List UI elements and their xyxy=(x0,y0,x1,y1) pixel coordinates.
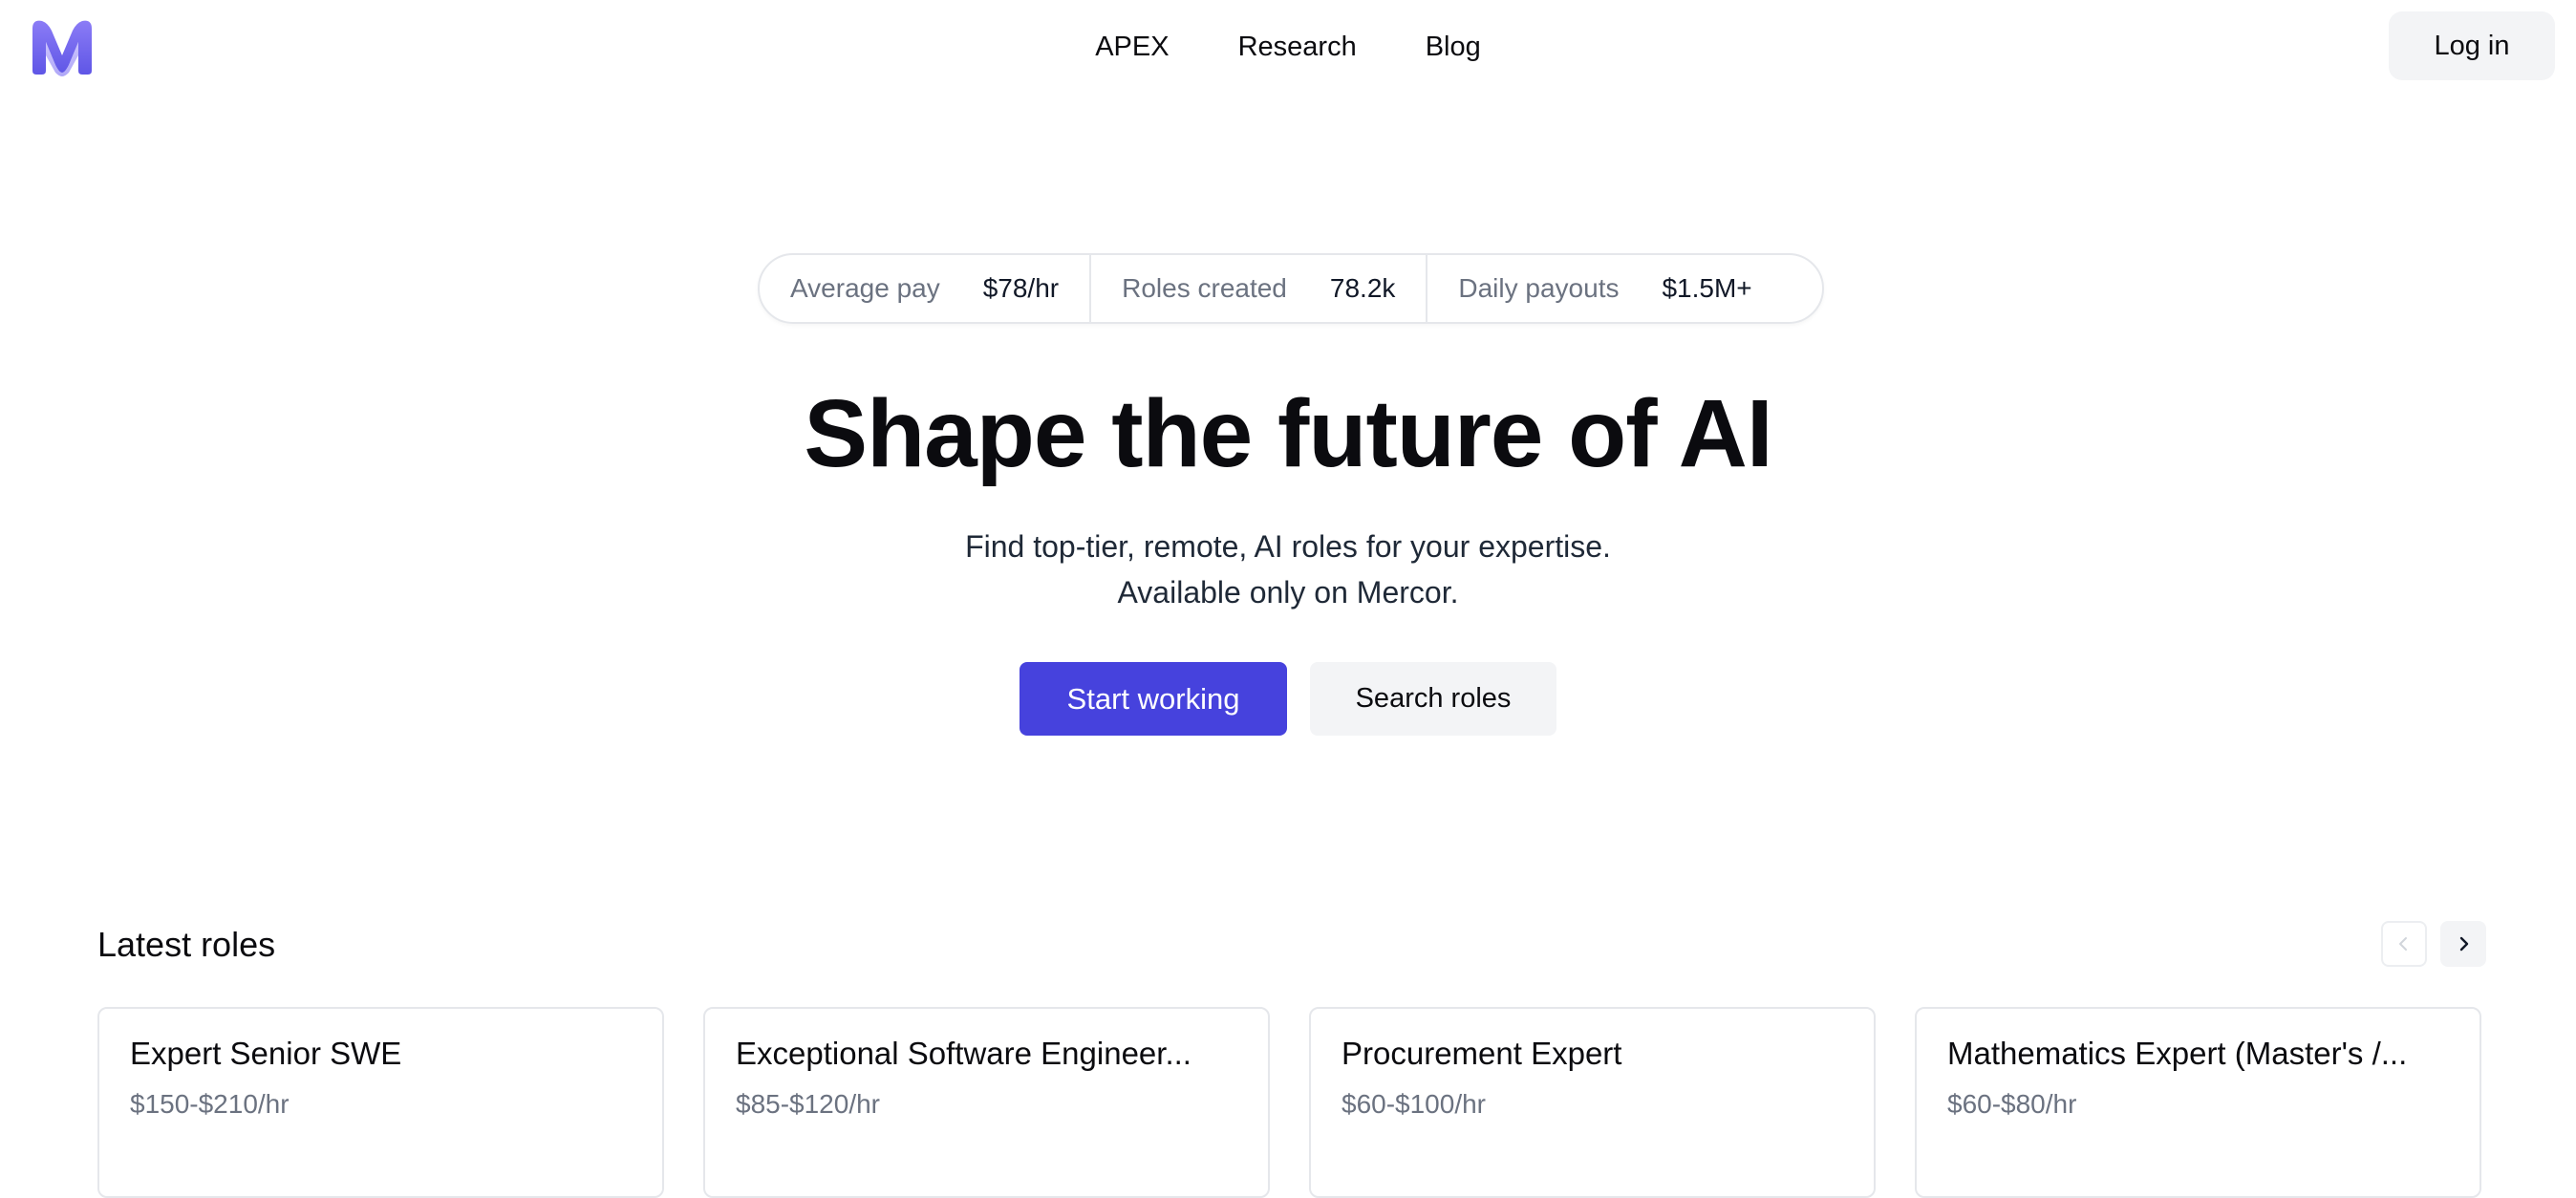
hero-subtitle: Find top-tier, remote, AI roles for your… xyxy=(0,524,2576,615)
role-card[interactable]: Exceptional Software Engineer... $85-$12… xyxy=(703,1007,1270,1198)
role-card[interactable]: Expert Senior SWE $150-$210/hr xyxy=(97,1007,664,1198)
role-title: Exceptional Software Engineer... xyxy=(736,1036,1191,1071)
stat-label: Average pay xyxy=(790,273,940,303)
role-pay: $150-$210/hr xyxy=(130,1089,290,1119)
latest-roles-heading: Latest roles xyxy=(97,925,276,964)
start-working-button[interactable]: Start working xyxy=(1020,662,1287,736)
cta-row: Start working Search roles xyxy=(0,662,2576,736)
chevron-left-icon xyxy=(2399,937,2407,951)
hero-subtitle-line-2: Available only on Mercor. xyxy=(1117,575,1459,610)
role-title: Expert Senior SWE xyxy=(130,1036,402,1071)
stat-value: 78.2k xyxy=(1329,273,1396,303)
stat-label: Roles created xyxy=(1122,273,1287,303)
role-pay: $60-$100/hr xyxy=(1342,1089,1487,1119)
carousel-next-button[interactable] xyxy=(2440,921,2486,967)
role-title: Procurement Expert xyxy=(1342,1036,1622,1071)
stat-daily-payouts: Daily payouts $1.5M+ xyxy=(1428,255,1782,322)
stat-value: $1.5M+ xyxy=(1662,273,1752,303)
role-pay: $85-$120/hr xyxy=(736,1089,881,1119)
main-nav: APEX Research Blog xyxy=(0,0,2576,94)
stat-label: Daily payouts xyxy=(1458,273,1620,303)
chevron-right-icon xyxy=(2459,936,2469,952)
roles-list: Expert Senior SWE $150-$210/hr Exception… xyxy=(97,1007,2481,1198)
role-pay: $60-$80/hr xyxy=(1947,1089,2077,1119)
role-title: Mathematics Expert (Master's /... xyxy=(1947,1036,2408,1071)
stat-roles-created: Roles created 78.2k xyxy=(1091,255,1428,322)
hero-subtitle-line-1: Find top-tier, remote, AI roles for your… xyxy=(965,529,1611,564)
stat-average-pay: Average pay $78/hr xyxy=(760,255,1092,322)
mercor-logo-icon[interactable] xyxy=(29,17,96,76)
login-button[interactable]: Log in xyxy=(2389,11,2555,80)
hero-title: Shape the future of AI xyxy=(804,380,1772,487)
search-roles-button[interactable]: Search roles xyxy=(1310,662,1556,736)
site-header: APEX Research Blog Log in xyxy=(0,0,2576,94)
carousel-controls xyxy=(2381,921,2486,967)
nav-link-blog[interactable]: Blog xyxy=(1426,32,1481,63)
stat-value: $78/hr xyxy=(982,273,1060,303)
carousel-prev-button[interactable] xyxy=(2381,921,2427,967)
stats-bar: Average pay $78/hr Roles created 78.2k D… xyxy=(758,253,1824,324)
nav-link-research[interactable]: Research xyxy=(1238,32,1357,63)
nav-link-apex[interactable]: APEX xyxy=(1095,32,1169,63)
role-card[interactable]: Procurement Expert $60-$100/hr xyxy=(1309,1007,1876,1198)
role-card[interactable]: Mathematics Expert (Master's /... $60-$8… xyxy=(1915,1007,2481,1198)
